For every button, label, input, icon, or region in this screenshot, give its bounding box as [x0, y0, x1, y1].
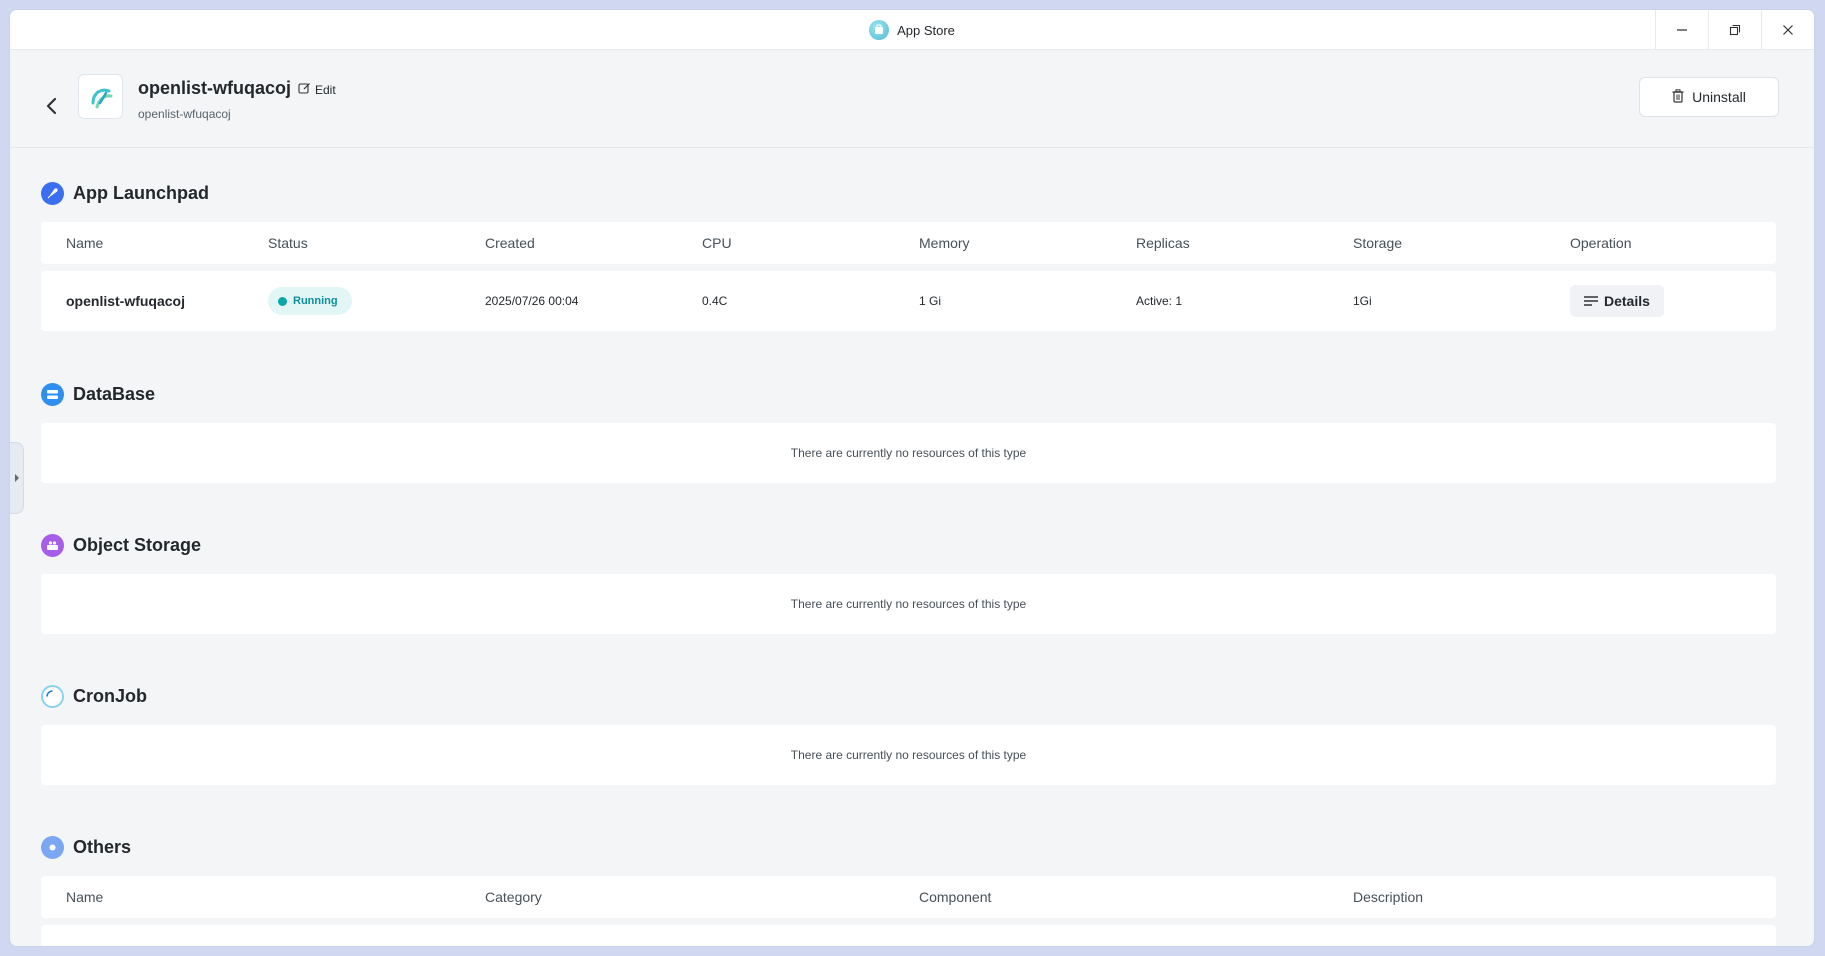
col-storage: Storage	[1353, 235, 1403, 251]
others-col-description: Description	[1353, 889, 1424, 905]
others-table-header: Name Category Component Description	[41, 876, 1776, 918]
rocket-icon	[41, 181, 64, 205]
database-empty-message: There are currently no resources of this…	[790, 446, 1027, 460]
launchpad-table-header: Name Status Created CPU Memory Replicas …	[41, 222, 1776, 264]
col-replicas: Replicas	[1136, 235, 1190, 251]
table-row: openlist-wfuqacoj Running 2025/07/26 00:…	[41, 271, 1776, 331]
object-storage-section-title: Object Storage	[41, 531, 201, 559]
col-memory: Memory	[919, 235, 970, 251]
row-name: openlist-wfuqacoj	[66, 293, 185, 309]
cronjob-empty-message: There are currently no resources of this…	[790, 748, 1027, 762]
app-name: openlist-wfuqacoj	[138, 78, 291, 98]
row-cpu: 0.4C	[702, 294, 728, 308]
app-logo	[78, 74, 123, 119]
database-icon	[41, 382, 64, 406]
status-label: Running	[293, 295, 338, 307]
database-section-title: DataBase	[41, 380, 155, 408]
others-col-name: Name	[66, 889, 104, 905]
object-storage-title: Object Storage	[73, 534, 202, 555]
app-store-icon	[869, 20, 890, 40]
col-name: Name	[66, 235, 104, 251]
cronjob-section-title: CronJob	[41, 682, 147, 710]
back-arrow-icon[interactable]	[40, 94, 64, 118]
others-icon	[41, 835, 64, 859]
cronjob-empty-card: There are currently no resources of this…	[41, 725, 1776, 785]
object-storage-empty-message: There are currently no resources of this…	[790, 597, 1027, 611]
app-store-window: App Store openlist-wfuqacoj Edit openlis…	[9, 9, 1815, 947]
app-detail-header: openlist-wfuqacoj Edit openlist-wfuqacoj…	[10, 50, 1814, 148]
edit-button[interactable]: Edit	[298, 82, 336, 98]
object-storage-empty-card: There are currently no resources of this…	[41, 574, 1776, 634]
uninstall-label: Uninstall	[1692, 89, 1746, 105]
row-created: 2025/07/26 00:04	[485, 294, 579, 308]
others-col-category: Category	[485, 889, 542, 905]
bucket-icon	[41, 533, 64, 557]
status-badge: Running	[268, 287, 352, 315]
others-section-title: Others	[41, 833, 131, 861]
row-replicas: Active: 1	[1136, 294, 1183, 308]
details-button[interactable]: Details	[1570, 285, 1664, 317]
table-row	[41, 925, 1776, 946]
list-icon	[1584, 293, 1598, 309]
app-subtitle: openlist-wfuqacoj	[138, 107, 231, 121]
col-operation: Operation	[1570, 235, 1632, 251]
close-button[interactable]	[1761, 10, 1814, 50]
clock-icon	[41, 684, 64, 708]
title-bar: App Store	[10, 10, 1814, 50]
trash-icon	[1672, 88, 1684, 106]
minimize-button[interactable]	[1655, 10, 1708, 50]
others-col-component: Component	[919, 889, 992, 905]
window-title: App Store	[897, 22, 955, 38]
col-created: Created	[485, 235, 535, 251]
database-empty-card: There are currently no resources of this…	[41, 423, 1776, 483]
restore-button[interactable]	[1708, 10, 1761, 50]
sidebar-toggle[interactable]	[10, 442, 24, 514]
row-memory: 1 Gi	[919, 294, 942, 308]
edit-label: Edit	[315, 83, 336, 97]
edit-icon	[298, 82, 311, 98]
launchpad-title: App Launchpad	[73, 182, 209, 203]
row-storage: 1Gi	[1353, 294, 1372, 308]
caret-right-icon	[14, 469, 20, 487]
col-status: Status	[268, 235, 308, 251]
status-dot	[278, 296, 287, 306]
database-title: DataBase	[73, 383, 156, 404]
uninstall-button[interactable]: Uninstall	[1639, 77, 1779, 117]
others-title: Others	[73, 836, 132, 857]
launchpad-section-title: App Launchpad	[41, 179, 209, 207]
col-cpu: CPU	[702, 235, 732, 251]
cronjob-title: CronJob	[73, 685, 147, 706]
details-label: Details	[1604, 293, 1650, 309]
